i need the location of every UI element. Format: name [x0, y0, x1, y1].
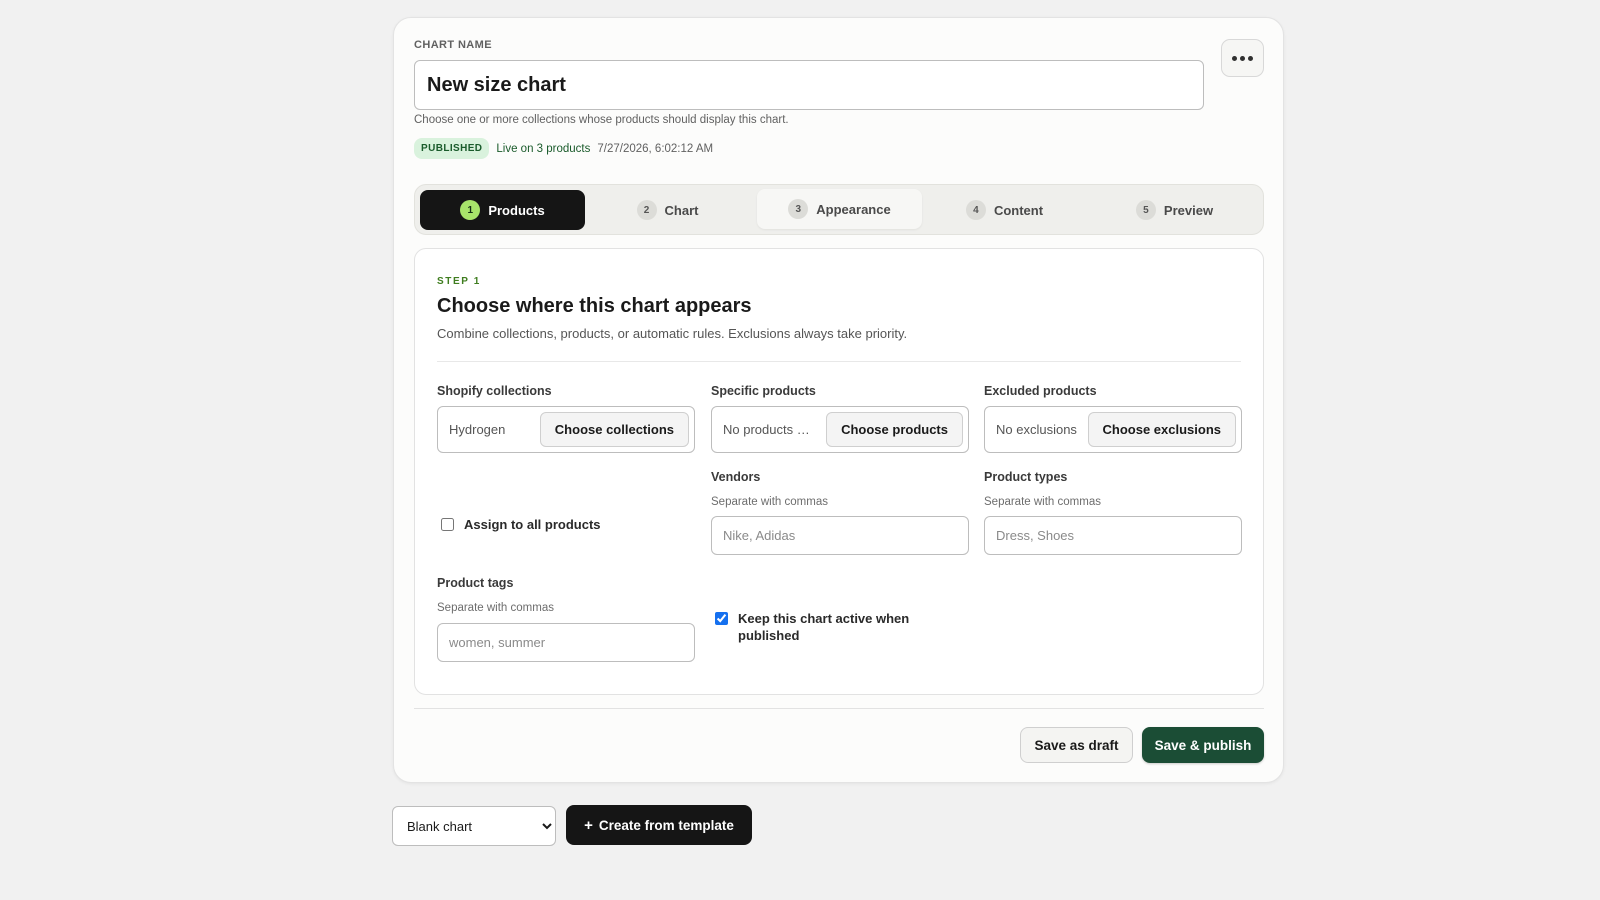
tab-chart[interactable]: 2 Chart — [585, 190, 750, 230]
collections-value: Hydrogen — [449, 422, 506, 437]
step-label: Products — [488, 202, 545, 218]
more-dot-icon — [1240, 55, 1245, 61]
collections-label: Shopify collections — [437, 384, 552, 398]
keep-active-row[interactable]: Keep this chart active when published — [715, 610, 935, 644]
assign-all-products-row[interactable]: Assign to all products — [441, 516, 601, 533]
products-value: No products selected — [723, 422, 815, 437]
products-picker: No products selected Choose products — [711, 406, 969, 453]
tab-appearance[interactable]: 3 Appearance — [757, 189, 922, 229]
choose-products-button[interactable]: Choose products — [826, 412, 963, 447]
step-number: 1 — [460, 200, 481, 220]
create-from-template-label: Create from template — [598, 817, 734, 833]
step-label: Preview — [1163, 202, 1214, 218]
tab-preview[interactable]: 5 Preview — [1092, 190, 1257, 230]
collections-picker: Hydrogen Choose collections — [437, 406, 695, 453]
step-number: 5 — [1135, 200, 1156, 220]
keep-active-checkbox[interactable] — [715, 612, 728, 625]
exclusions-value: No exclusions — [996, 422, 1077, 437]
step-label: Content — [993, 202, 1044, 218]
status-badge: PUBLISHED — [414, 138, 490, 159]
step-number: 4 — [965, 200, 986, 220]
more-dot-icon — [1248, 55, 1253, 61]
step-label: Chart — [664, 202, 699, 218]
vendors-label: Vendors — [711, 470, 761, 484]
choose-collections-button[interactable]: Choose collections — [539, 412, 689, 447]
keep-active-label: Keep this chart active when published — [738, 611, 910, 643]
plus-icon: + — [584, 816, 593, 834]
tab-content[interactable]: 4 Content — [922, 190, 1087, 230]
step-label: Appearance — [816, 201, 891, 217]
size-chart-editor-card: CHART NAME Choose one or more collection… — [393, 17, 1284, 783]
create-from-template-button[interactable]: + Create from template — [566, 805, 752, 845]
save-and-publish-button[interactable]: Save & publish — [1142, 727, 1264, 763]
step-products-panel: STEP 1 Choose where this chart appears C… — [414, 248, 1264, 695]
more-actions-button[interactable] — [1221, 39, 1264, 77]
excluded-products-label: Excluded products — [984, 384, 1097, 398]
panel-title: Choose where this chart appears — [437, 295, 752, 317]
assign-all-products-label: Assign to all products — [464, 517, 601, 532]
step-navigation: 1 Products 2 Chart 3 Appearance 4 Conten… — [414, 184, 1264, 235]
assign-all-products-checkbox[interactable] — [441, 518, 454, 531]
footer-divider — [414, 708, 1264, 709]
more-dot-icon — [1232, 55, 1237, 61]
product-types-label: Product types — [984, 470, 1068, 484]
panel-subtitle: Combine collections, products, or automa… — [437, 326, 908, 341]
vendors-input[interactable] — [711, 516, 969, 555]
chart-name-help-text: Choose one or more collections whose pro… — [414, 114, 789, 126]
published-timestamp: 7/27/2026, 6:02:12 AM — [597, 142, 714, 155]
product-types-input[interactable] — [984, 516, 1242, 555]
step-number: 3 — [788, 199, 809, 219]
panel-divider — [437, 361, 1241, 362]
product-tags-hint: Separate with commas — [437, 602, 554, 614]
product-tags-label: Product tags — [437, 576, 514, 590]
chart-name-input[interactable] — [414, 60, 1204, 110]
template-select[interactable]: Blank chart — [392, 806, 556, 846]
product-types-hint: Separate with commas — [984, 496, 1101, 508]
specific-products-label: Specific products — [711, 384, 816, 398]
save-as-draft-button[interactable]: Save as draft — [1020, 727, 1133, 763]
tab-products[interactable]: 1 Products — [420, 190, 585, 230]
status-row: PUBLISHED Live on 3 products 7/27/2026, … — [414, 138, 713, 159]
choose-exclusions-button[interactable]: Choose exclusions — [1087, 412, 1236, 447]
step-kicker: STEP 1 — [437, 276, 481, 287]
chart-name-label: CHART NAME — [414, 39, 492, 51]
exclusions-picker: No exclusions Choose exclusions — [984, 406, 1242, 453]
vendors-hint: Separate with commas — [711, 496, 828, 508]
live-products-text: Live on 3 products — [496, 142, 591, 155]
product-tags-input[interactable] — [437, 623, 695, 662]
step-number: 2 — [636, 200, 657, 220]
